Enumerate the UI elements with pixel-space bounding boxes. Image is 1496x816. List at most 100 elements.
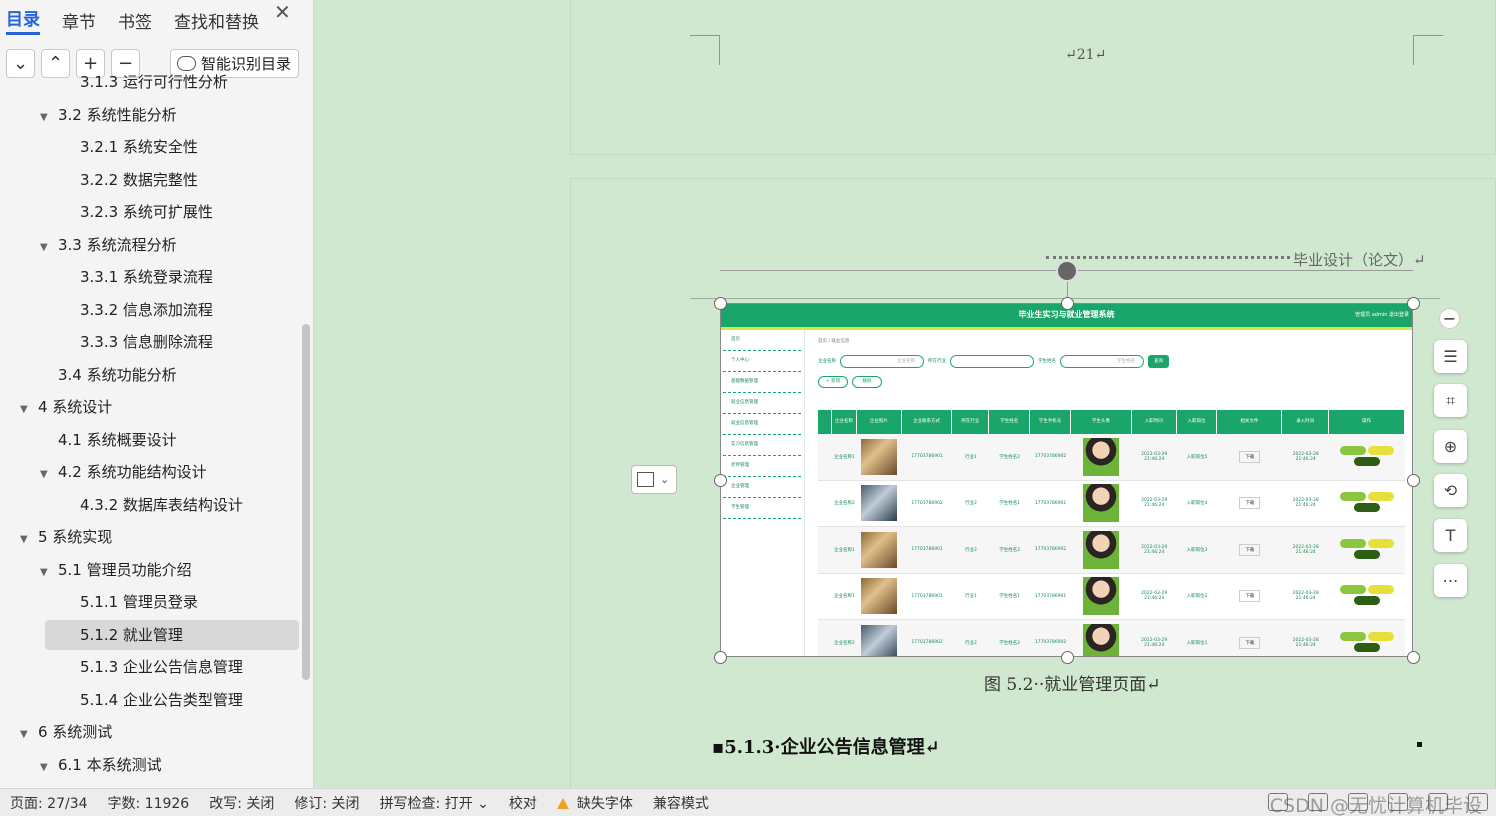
image-actions-cell [1329,445,1405,468]
tab-toc[interactable]: 目录 [6,5,40,35]
toc-item-label: 5 系统实现 [38,528,113,546]
tab-find-replace[interactable]: 查找和替换 [174,8,259,33]
image-menu-item: 实习信息管理 [723,435,801,456]
close-icon[interactable]: ✕ [274,0,291,24]
toc-item[interactable]: ▼ 4.2 系统功能结构设计 [40,456,207,488]
toc-item[interactable]: 3.3.2 信息添加流程 [62,294,213,326]
image-file-cell: 下载 [1217,636,1282,649]
expand-arrow-icon[interactable]: ▼ [40,459,58,491]
status-page[interactable]: 页面: 27/34 [0,793,98,813]
toc-item[interactable]: 3.1.3 运行可行性分析 [62,66,228,98]
expand-arrow-icon[interactable]: ▼ [20,394,38,426]
minus-icon[interactable]: − [1439,308,1460,329]
toc-item[interactable]: ▼ 5.1 管理员功能介绍 [40,554,192,586]
resize-handle[interactable] [1407,297,1420,310]
toc-item[interactable]: 5.1.4 企业公告类型管理 [62,684,243,716]
toc-item[interactable]: 4.3.2 数据库表结构设计 [62,489,243,521]
status-spellcheck[interactable]: 拼写检查: 打开 ⌄ [370,793,499,813]
nav-scrollbar[interactable] [302,324,310,680]
toc-item[interactable]: 5.1.2 就业管理 [62,619,183,651]
toc-item[interactable]: 3.2.1 系统安全性 [62,131,198,163]
ocr-text-icon[interactable]: T [1434,519,1467,552]
image-table-cell: 企业名称1 [833,454,855,460]
resize-handle[interactable] [1407,474,1420,487]
zoom-in-icon[interactable]: ⊕ [1434,430,1467,463]
status-revise[interactable]: 修订: 关闭 [284,793,369,813]
expand-arrow-icon[interactable]: ▼ [20,524,38,556]
rotate-icon[interactable]: ⟲ [1434,474,1467,507]
toc-item[interactable]: 5.1.1 管理员登录 [62,586,198,618]
chevron-down-icon[interactable]: ⌄ [6,49,35,78]
resize-handle[interactable] [714,651,727,664]
image-table-cell: 17703786901 [911,593,943,599]
toc-item[interactable]: 3.4 系统功能分析 [40,359,177,391]
toc-item-label: 4.1 系统概要设计 [58,430,177,449]
image-menu-item: 就业信息管理 [723,414,801,435]
status-words[interactable]: 字数: 11926 [98,793,200,813]
expand-arrow-icon[interactable]: ▼ [40,557,58,589]
toc-item[interactable]: 4.1 系统概要设计 [40,424,177,456]
navigation-pane: 目录 章节 书签 查找和替换 ✕ ⌄ ⌃ + − 智能识别目录 3.1.3 运行… [0,0,314,788]
image-table-cell: 2022-03-28 21:46:24 [1292,544,1319,555]
image-table-cell: 2022-03-28 21:46:24 [1292,451,1319,462]
download-button: 下载 [1239,543,1261,556]
resize-handle[interactable] [1061,297,1074,310]
image-ops: + 新增 删除 [812,370,1413,394]
image-student-avatar [1071,484,1132,523]
status-proofread[interactable]: 校对 [499,793,547,813]
rotate-handle-icon[interactable] [1056,260,1078,282]
image-table-cell: 17703786902 [1034,547,1067,553]
tab-chapters[interactable]: 章节 [62,8,96,33]
image-table-cell: 入职岗位3 [1186,547,1208,553]
page-number: ↵21↵ [1065,47,1107,63]
expand-arrow-icon[interactable]: ▼ [40,102,58,134]
image-action-button [1340,445,1367,455]
toc-item[interactable]: 3.2.2 数据完整性 [62,164,198,196]
image-student-avatar [1071,577,1132,616]
image-table-cell: 行业2 [964,501,977,507]
tab-bookmarks[interactable]: 书签 [118,8,152,33]
toc-item[interactable]: ▼ 4 系统设计 [20,391,112,423]
company-photo [861,485,898,522]
toc-item[interactable]: 3.3.3 信息删除流程 [62,326,213,358]
image-action-button [1340,585,1367,595]
image-table-row: 企业名称2 17703786902 行业2 学生姓名2 17703786902 2022-… [818,620,1405,657]
toc-item[interactable]: 5.1.3 企业公告信息管理 [62,651,243,683]
expand-arrow-icon[interactable]: ▼ [20,719,38,751]
image-menu-item: 个人中心 [723,351,801,372]
toc-item[interactable]: ▼ 5 系统实现 [20,521,112,553]
toc-item[interactable]: ▼ 6 系统测试 [20,716,112,748]
status-overwrite[interactable]: 改写: 关闭 [199,793,284,813]
toc-item[interactable]: ▼ 3.2 系统性能分析 [40,99,177,131]
status-missing-font[interactable]: 缺失字体 [547,793,643,813]
toc-item[interactable]: 3.3.1 系统登录流程 [62,261,213,293]
resize-handle[interactable] [1407,651,1420,664]
download-button: 下载 [1239,497,1261,510]
warning-icon [556,797,569,809]
toc-item[interactable]: ▼ 3.3 系统流程分析 [40,229,177,261]
more-icon[interactable]: ⋯ [1434,564,1467,597]
text-wrap-icon[interactable]: ☰ [1434,340,1467,373]
toc-item[interactable]: ▼ 6.1 本系统测试 [40,749,162,781]
image-table-header-cell: 企业照片 [857,410,902,434]
toc-item-label: 4.2 系统功能结构设计 [58,463,207,481]
embedded-image[interactable]: 毕业生实习与就业管理系统 管理员 admin 退出登录 首页 个人中心 基础数据管理… [720,303,1413,657]
image-table-cell: 2022-03-29 21:46:24 [1141,591,1168,602]
expand-arrow-icon[interactable]: ▼ [40,232,58,264]
crop-icon[interactable]: ⌗ [1434,384,1467,417]
resize-handle[interactable] [714,474,727,487]
image-table-cell: 学生姓名1 [999,501,1021,507]
resize-handle[interactable] [714,297,727,310]
image-menu-item: 学生管理 [723,498,801,519]
toc-item[interactable]: 3.2.3 系统可扩展性 [62,196,213,228]
status-compat-mode[interactable]: 兼容模式 [643,793,719,813]
expand-arrow-icon[interactable]: ▼ [40,752,58,784]
image-action-button [1354,503,1381,513]
image-table-cell: 2022-03-29 21:46:24 [1141,498,1168,509]
toc-item-label: 5.1.2 就业管理 [80,625,183,644]
resize-handle[interactable] [1061,651,1074,664]
image-header-right: 管理员 admin 退出登录 [1355,312,1409,318]
image-table: 企业名称 企业照片 企业联系方式 所在行业 学生姓名 学生手机号 学生头像 入职时间 入职岗位相… [818,410,1405,657]
layout-options-button[interactable]: ⌄ [631,465,677,494]
image-table-header-cell: 录入时间 [1282,410,1330,434]
